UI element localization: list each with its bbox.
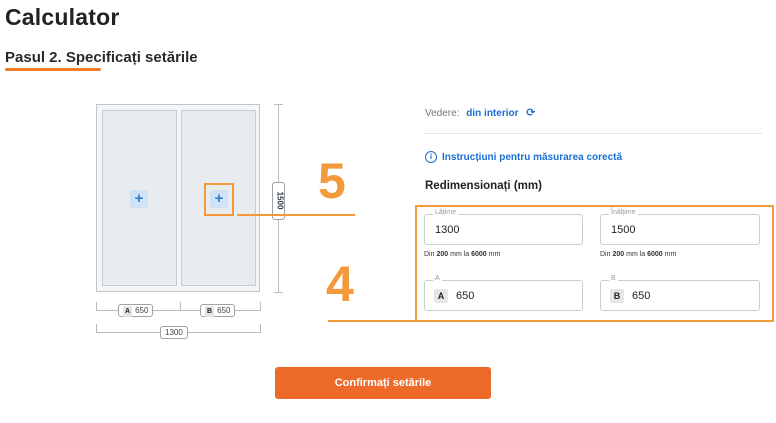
- width-tick-left: [96, 302, 97, 310]
- add-sash-a-button[interactable]: +: [130, 190, 148, 208]
- sash-b-letter: B: [205, 306, 215, 317]
- width-field-value[interactable]: 1300: [435, 224, 459, 236]
- sash-b-field-value[interactable]: 650: [632, 290, 650, 302]
- step-underline: [5, 68, 101, 71]
- sash-b-field-legend: B: [609, 275, 618, 282]
- step-title: Pasul 2. Specificați setările: [5, 49, 198, 66]
- page-title: Calculator: [5, 4, 120, 30]
- instructions-link[interactable]: i Instrucțiuni pentru măsurarea corectă: [425, 151, 622, 163]
- sash-b-dim-value: 650: [217, 306, 231, 315]
- view-row: Vedere: din interior ⟳: [425, 106, 536, 119]
- sash-a-field-legend: A: [433, 275, 442, 282]
- sash-a-badge: A: [434, 289, 448, 303]
- height-dimension-tick-bottom: [274, 292, 283, 293]
- hint-max: 6000: [647, 251, 663, 258]
- height-hint: Din 200 mm la 6000 mm: [600, 251, 676, 258]
- total-width-dimension: 1300: [160, 326, 188, 339]
- sash-b-field[interactable]: B B 650: [600, 275, 760, 311]
- sash-b-dimension: B 650: [200, 304, 236, 317]
- width-field[interactable]: Lățime 1300: [424, 209, 583, 245]
- callout-5: 5: [318, 153, 346, 209]
- height-field[interactable]: Înălțime 1500: [600, 209, 760, 245]
- callout-5-box: [204, 183, 234, 216]
- callout-4: 4: [326, 256, 354, 312]
- sash-a-field[interactable]: A A 650: [424, 275, 583, 311]
- hint-prefix: Din: [600, 251, 611, 258]
- hint-min: 200: [436, 251, 449, 258]
- instructions-link-text[interactable]: Instrucțiuni pentru măsurarea corectă: [442, 152, 622, 163]
- hint-mid: mm la: [450, 251, 470, 258]
- callout-4-line: [328, 320, 416, 322]
- hint-min: 200: [612, 251, 625, 258]
- confirm-settings-button[interactable]: Confirmați setările: [275, 367, 491, 399]
- width-tick-mid: [180, 302, 181, 310]
- height-field-value[interactable]: 1500: [611, 224, 635, 236]
- hint-max: 6000: [471, 251, 487, 258]
- width-hint: Din 200 mm la 6000 mm: [424, 251, 500, 258]
- refresh-icon[interactable]: ⟳: [526, 106, 535, 119]
- hint-mid: mm la: [626, 251, 646, 258]
- resize-title: Redimensionați (mm): [425, 180, 542, 192]
- hint-suffix: mm: [664, 251, 677, 258]
- window-frame: [96, 104, 260, 292]
- height-field-legend: Înălțime: [609, 209, 638, 216]
- view-label: Vedere:: [425, 108, 460, 119]
- sash-a-field-value[interactable]: 650: [456, 290, 474, 302]
- panel-divider: [425, 133, 762, 134]
- sash-a-letter: A: [123, 306, 133, 317]
- hint-prefix: Din: [424, 251, 435, 258]
- sash-a-dim-value: 650: [135, 306, 149, 315]
- width-tick-right: [260, 302, 261, 310]
- view-toggle-link[interactable]: din interior: [466, 108, 518, 119]
- callout-5-line: [237, 214, 355, 216]
- total-tick-left: [96, 324, 97, 332]
- total-tick-right: [260, 324, 261, 332]
- total-width-value: 1300: [165, 328, 183, 337]
- width-field-legend: Lățime: [433, 209, 459, 216]
- info-icon: i: [425, 151, 437, 163]
- window-drawing: + + 1500 A 650 B 650 1300: [92, 98, 292, 346]
- height-dimension-tick-top: [274, 104, 283, 105]
- sash-a-dimension: A 650: [118, 304, 154, 317]
- hint-suffix: mm: [488, 251, 501, 258]
- sash-b-badge: B: [610, 289, 624, 303]
